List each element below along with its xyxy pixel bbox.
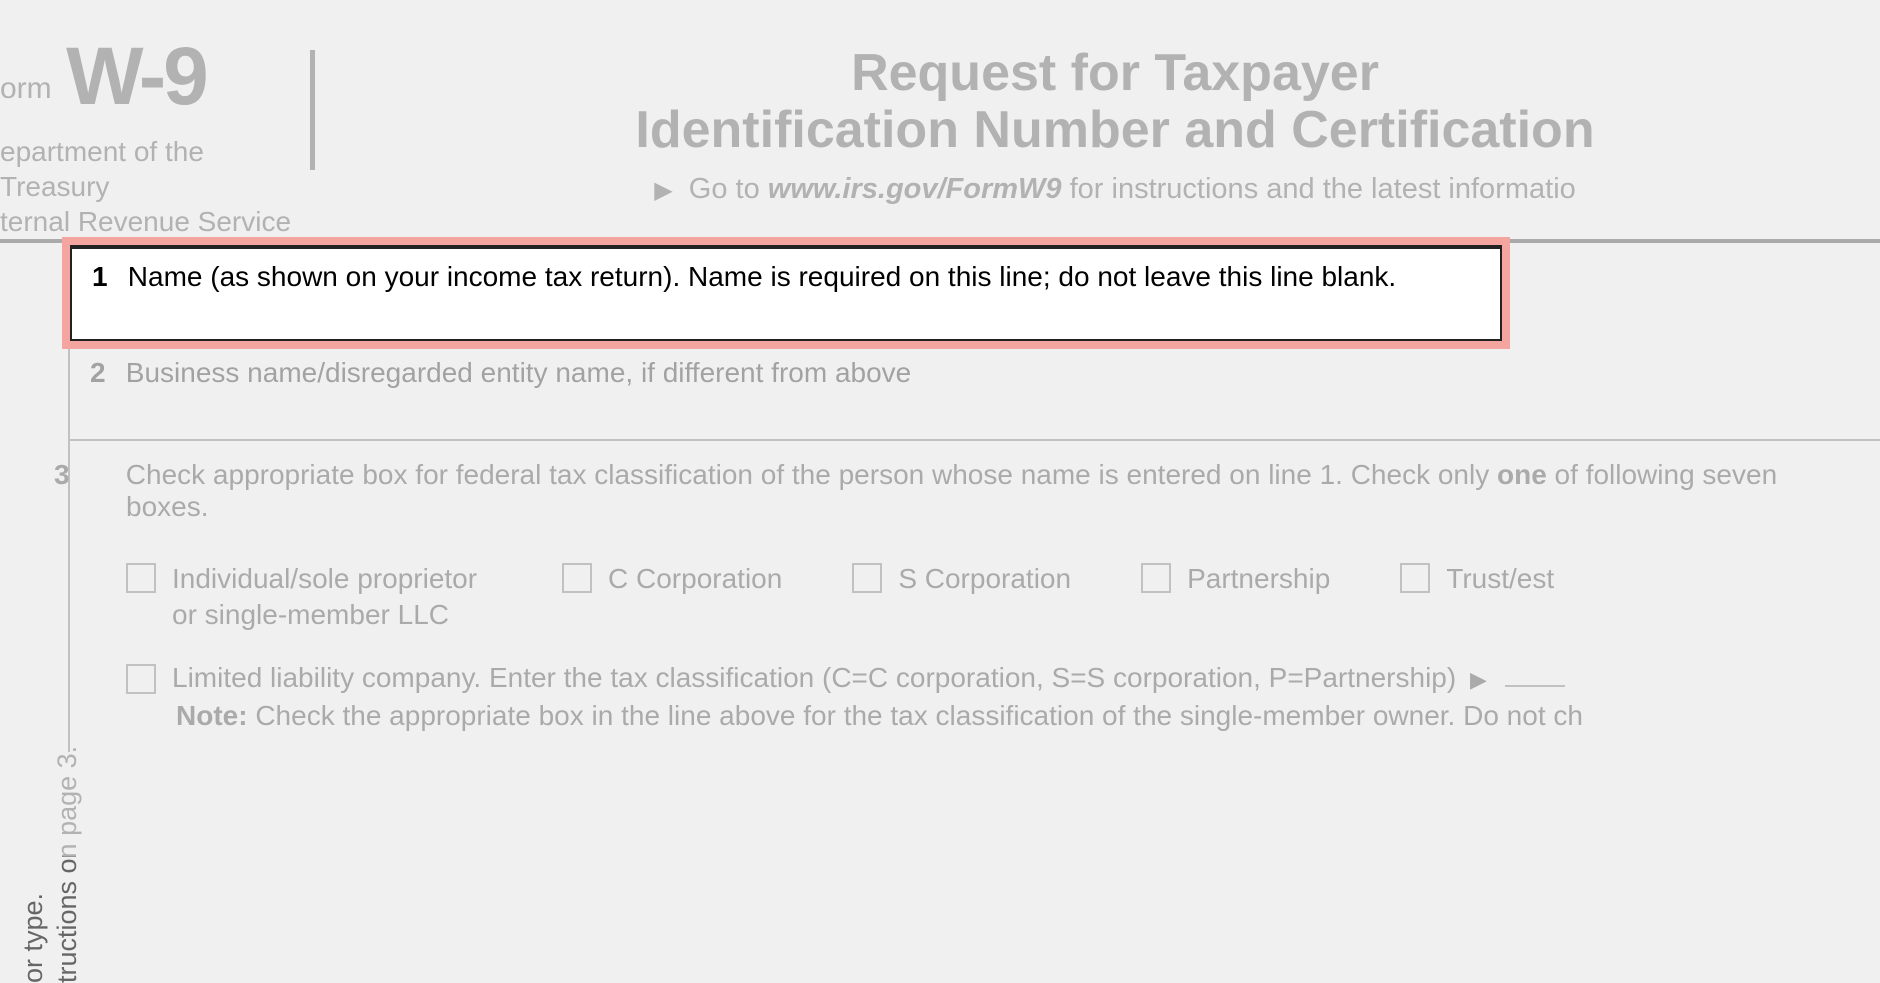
form-label: orm <box>0 72 52 106</box>
checkbox-icon[interactable] <box>1400 563 1430 593</box>
llc-label: Limited liability company. Enter the tax… <box>172 662 1456 693</box>
checkbox-individual[interactable]: Individual/sole proprietor or single-mem… <box>126 561 492 634</box>
side-text-1: or type. <box>18 893 49 983</box>
side-column: or type. tructions on page 3. <box>0 243 68 752</box>
checkbox-icon[interactable] <box>126 664 156 694</box>
form-body: or type. tructions on page 3. 1 Name (as… <box>0 243 1880 752</box>
dept-line1: epartment of the Treasury <box>0 134 310 204</box>
goto-suffix: for instructions and the latest informat… <box>1062 173 1576 205</box>
note-text: Check the appropriate box in the line ab… <box>248 700 1583 731</box>
checkbox-icon[interactable] <box>1141 563 1171 593</box>
field-1-text: Name (as shown on your income tax return… <box>128 261 1396 292</box>
checkbox-s-corp[interactable]: S Corporation <box>852 561 1071 597</box>
field-1-highlight: 1 Name (as shown on your income tax retu… <box>62 237 1510 349</box>
checkbox-trust[interactable]: Trust/est <box>1400 561 1554 597</box>
classification-checkboxes: Individual/sole proprietor or single-mem… <box>90 561 1866 634</box>
checkbox-partnership[interactable]: Partnership <box>1141 561 1330 597</box>
triangle-icon: ▶ <box>1470 667 1487 693</box>
note-label: Note: <box>176 700 248 731</box>
field-1-num: 1 <box>92 261 120 293</box>
checkbox-s-corp-label: S Corporation <box>898 561 1071 597</box>
llc-text: Limited liability company. Enter the tax… <box>172 662 1565 694</box>
main-column: 1 Name (as shown on your income tax retu… <box>68 243 1880 752</box>
title-line2: Identification Number and Certification <box>350 102 1880 159</box>
llc-input-line[interactable] <box>1505 685 1565 687</box>
dept-line2: ternal Revenue Service <box>0 204 310 239</box>
llc-note: Note: Check the appropriate box in the l… <box>90 700 1866 732</box>
field-3-instruction: 3 Check appropriate box for federal tax … <box>90 459 1866 523</box>
field-3-text-a: Check appropriate box for federal tax cl… <box>126 459 1497 490</box>
form-header: orm W-9 epartment of the Treasury ternal… <box>0 0 1880 243</box>
triangle-icon: ▶ <box>654 176 672 205</box>
header-left: orm W-9 epartment of the Treasury ternal… <box>0 0 310 239</box>
checkbox-individual-label: Individual/sole proprietor or single-mem… <box>172 561 492 634</box>
field-2[interactable]: 2 Business name/disregarded entity name,… <box>70 349 1880 441</box>
field-3-num: 3 <box>90 459 118 491</box>
goto-instructions: ▶ Go to www.irs.gov/FormW9 for instructi… <box>350 173 1880 206</box>
department-info: epartment of the Treasury ternal Revenue… <box>0 134 310 239</box>
form-code: W-9 <box>66 40 206 114</box>
checkbox-icon[interactable] <box>126 563 156 593</box>
field-1[interactable]: 1 Name (as shown on your income tax retu… <box>70 245 1502 341</box>
form-page: orm W-9 epartment of the Treasury ternal… <box>0 0 1880 856</box>
checkbox-trust-label: Trust/est <box>1446 561 1554 597</box>
checkbox-partnership-label: Partnership <box>1187 561 1330 597</box>
goto-prefix: Go to <box>689 173 768 205</box>
checkbox-icon[interactable] <box>562 563 592 593</box>
field-3: 3 Check appropriate box for federal tax … <box>70 441 1880 752</box>
checkbox-c-corp[interactable]: C Corporation <box>562 561 782 597</box>
field-2-text: Business name/disregarded entity name, i… <box>126 357 911 388</box>
field-3-one: one <box>1497 459 1547 490</box>
goto-url: www.irs.gov/FormW9 <box>768 173 1062 205</box>
header-divider <box>310 50 315 170</box>
checkbox-c-corp-label: C Corporation <box>608 561 782 597</box>
checkbox-llc[interactable]: Limited liability company. Enter the tax… <box>90 662 1866 694</box>
field-2-num: 2 <box>90 357 118 389</box>
side-text-2: tructions on page 3. <box>52 746 83 983</box>
header-right: Request for Taxpayer Identification Numb… <box>310 0 1880 239</box>
checkbox-icon[interactable] <box>852 563 882 593</box>
title-line1: Request for Taxpayer <box>350 45 1880 102</box>
